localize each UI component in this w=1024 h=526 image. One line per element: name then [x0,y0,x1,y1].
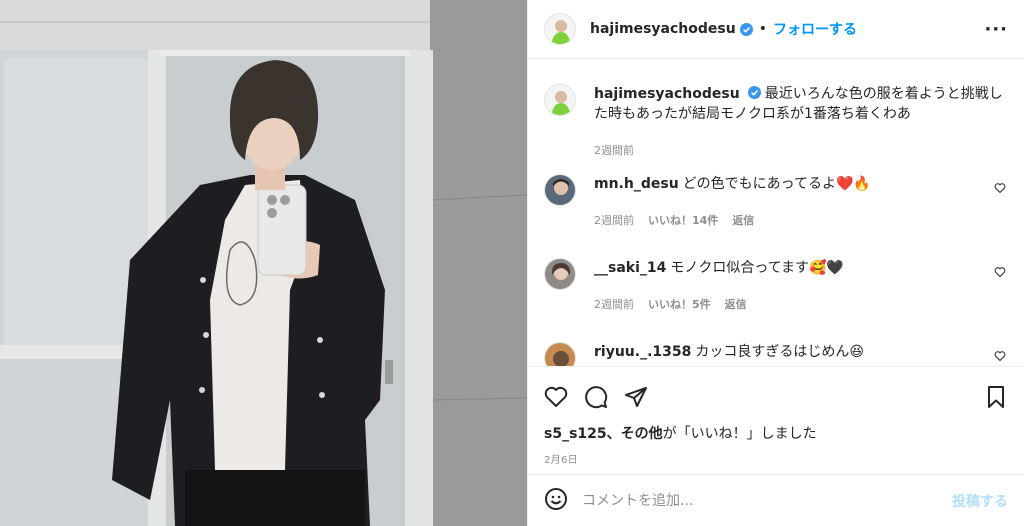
reply-button[interactable]: 返信 [725,296,747,312]
post-panel: hajimesyachodesu • フォローする ··· hajimesyac… [527,0,1024,526]
bookmark-icon[interactable] [984,385,1008,413]
comment-like-heart-icon[interactable] [994,350,1006,362]
comment-like-heart-icon[interactable] [994,182,1006,194]
verified-badge-icon [739,22,753,36]
post-photo[interactable] [0,0,527,526]
comment-like-heart-icon[interactable] [994,266,1006,278]
comments-list[interactable]: hajimesyachodesu 最近いろんな色の服を着ようと挑戦した時もあったが… [528,60,1024,366]
caption-text-block: hajimesyachodesu 最近いろんな色の服を着ようと挑戦した時もあったが… [594,84,1008,124]
comment-text: どの色でもにあってるよ❤️🔥 [682,176,871,192]
post-date[interactable]: 2月6日 [528,443,1024,466]
share-icon[interactable] [624,385,648,413]
comment-time[interactable]: 2週間前 [594,212,634,228]
caption-author-avatar[interactable] [544,84,576,116]
heart-icon[interactable] [544,385,568,413]
caption-meta: 2週間前 [594,142,1008,158]
comment-time[interactable]: 2週間前 [594,296,634,312]
likes-others[interactable]: その他 [621,426,663,442]
likes-summary: s5_s125、その他が「いいね！」しました [528,417,1024,443]
emoji-icon[interactable] [544,487,568,515]
comment-icon[interactable] [584,385,608,413]
more-options-icon[interactable]: ··· [984,19,1008,40]
comment-text: モノクロ似合ってます🥰🖤 [670,260,844,276]
reply-button[interactable]: 返信 [732,212,754,228]
follow-button[interactable]: フォローする [773,19,857,39]
comment-avatar[interactable] [544,174,576,206]
likes-users[interactable]: s5_s125、 [544,426,621,442]
caption-time[interactable]: 2週間前 [594,142,634,158]
comment-likes[interactable]: いいね！5件 [648,296,711,312]
separator-dot: • [758,21,767,37]
comment-likes[interactable]: いいね！14件 [648,212,718,228]
author-avatar[interactable] [544,13,576,45]
post-comment-button[interactable]: 投稿する [952,491,1008,511]
comment-text: カッコ良すぎるはじめん😆 [695,344,864,360]
comment-avatar[interactable] [544,342,576,366]
comment-username[interactable]: riyuu._.1358 [594,344,691,360]
comment-input[interactable] [582,492,952,509]
comment-username[interactable]: mn.h_desu [594,176,679,192]
action-icons [528,367,1024,417]
post-header: hajimesyachodesu • フォローする ··· [528,0,1024,59]
comment-item: mn.h_desu どの色でもにあってるよ❤️🔥 2週間前 いいね！14件 返信 [544,174,1008,228]
author-username[interactable]: hajimesyachodesu [590,21,736,37]
post-actions: s5_s125、その他が「いいね！」しました 2月6日 投稿する [528,366,1024,526]
caption-username[interactable]: hajimesyachodesu [594,86,740,102]
comment-avatar[interactable] [544,258,576,290]
add-comment-row: 投稿する [528,474,1024,526]
comment-item: riyuu._.1358 カッコ良すぎるはじめん😆 [544,342,1008,366]
likes-suffix: が「いいね！」しました [662,426,817,442]
caption: hajimesyachodesu 最近いろんな色の服を着ようと挑戦した時もあったが… [544,60,1008,158]
comment-username[interactable]: __saki_14 [594,260,666,276]
comment-item: __saki_14 モノクロ似合ってます🥰🖤 2週間前 いいね！5件 返信 [544,258,1008,312]
post-dialog: hajimesyachodesu • フォローする ··· hajimesyac… [0,0,1024,526]
verified-badge-icon [747,86,761,99]
